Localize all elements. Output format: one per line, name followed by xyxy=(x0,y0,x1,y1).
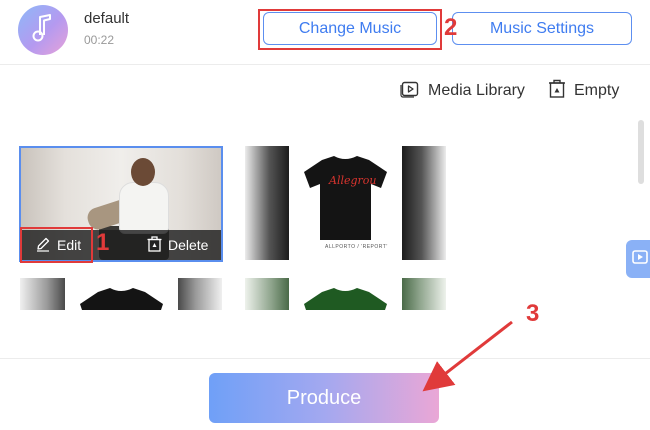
header-divider xyxy=(0,64,650,65)
delete-label: Delete xyxy=(168,237,209,253)
media-tile-black-shirt-2[interactable] xyxy=(65,278,178,310)
tile-blur-left xyxy=(245,278,289,310)
vertical-scrollbar[interactable] xyxy=(638,120,644,184)
annotation-number-2: 2 xyxy=(444,14,458,41)
empty-label: Empty xyxy=(574,82,620,99)
tile-blur-left xyxy=(20,278,65,310)
empty-button[interactable]: Empty xyxy=(548,79,620,104)
video-icon xyxy=(632,249,650,270)
footer-divider xyxy=(0,358,650,359)
tile-blur-right xyxy=(402,278,446,310)
music-note-icon xyxy=(30,13,56,48)
music-title: default xyxy=(84,10,130,27)
music-settings-button[interactable]: Music Settings xyxy=(452,12,632,45)
shirt-logo-text: Allegrou xyxy=(329,174,377,187)
annotation-box-change-music xyxy=(258,9,442,50)
delete-trash-icon xyxy=(147,235,162,255)
media-library-label: Media Library xyxy=(428,82,525,99)
side-panel-tab[interactable] xyxy=(626,240,650,278)
empty-trash-icon xyxy=(548,79,566,104)
delete-button[interactable]: Delete xyxy=(147,230,208,260)
media-tile-black-shirt[interactable]: Allegrou ALLPORTO / 'REPORT' xyxy=(289,146,402,260)
music-avatar xyxy=(18,5,68,55)
tile-blur-right xyxy=(402,146,446,260)
green-tshirt-image xyxy=(304,288,387,310)
tile-blur-left xyxy=(245,146,289,260)
media-library-button[interactable]: Media Library xyxy=(400,80,525,102)
media-tile-green-shirt[interactable] xyxy=(289,278,402,310)
tile-blur-right xyxy=(178,278,222,310)
shirt-caption: ALLPORTO / 'REPORT' xyxy=(325,244,388,250)
black-tshirt-image xyxy=(80,288,163,310)
music-duration: 00:22 xyxy=(84,33,115,47)
produce-button[interactable]: Produce xyxy=(209,373,439,423)
media-library-icon xyxy=(400,79,420,104)
black-tshirt-image xyxy=(304,156,387,240)
annotation-number-3: 3 xyxy=(526,300,540,327)
annotation-box-edit xyxy=(20,227,93,263)
annotation-number-1: 1 xyxy=(96,229,110,256)
